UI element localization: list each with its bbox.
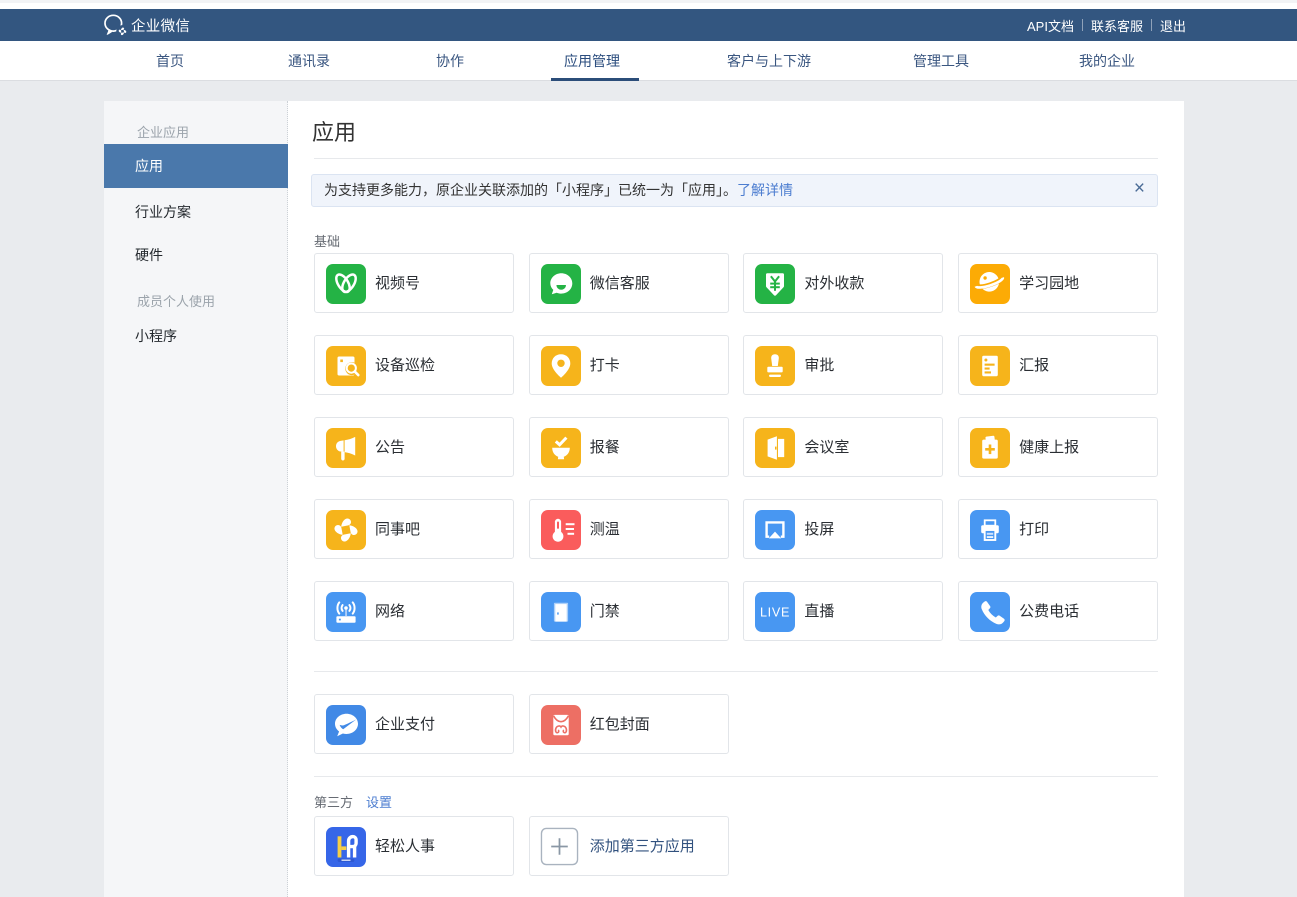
svg-text:LIVE: LIVE xyxy=(760,606,790,620)
